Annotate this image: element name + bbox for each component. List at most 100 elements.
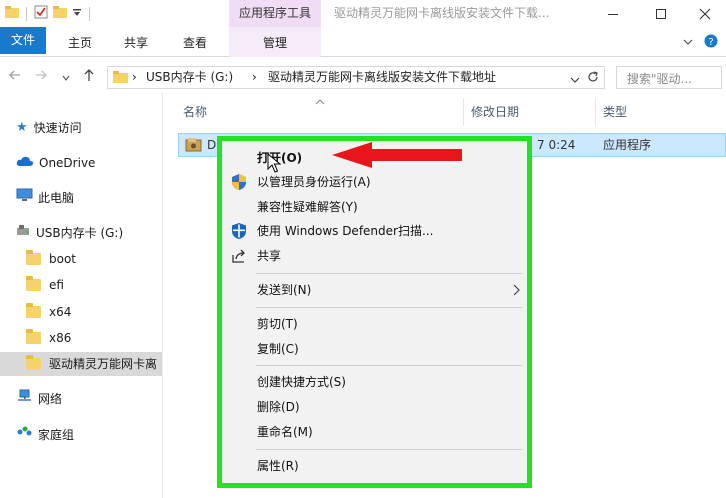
properties-icon[interactable] xyxy=(33,4,49,23)
nav-item-label: 网络 xyxy=(38,392,63,406)
tab-manage[interactable]: 管理 xyxy=(248,32,302,57)
nav-item-current-folder[interactable]: 驱动精灵万能网卡离 xyxy=(0,352,162,376)
submenu-chevron-icon xyxy=(512,278,520,305)
minimize-button[interactable] xyxy=(590,0,636,27)
folder-icon[interactable] xyxy=(4,4,20,23)
menu-item-label: 兼容性疑难解答(Y) xyxy=(257,200,358,214)
application-icon xyxy=(185,137,202,156)
back-arrow-icon[interactable] xyxy=(8,68,22,86)
nav-item-label: 家庭组 xyxy=(38,428,75,442)
ribbon-controls: ? xyxy=(682,34,718,51)
menu-separator xyxy=(256,365,522,366)
menu-item-troubleshoot[interactable]: 兼容性疑难解答(Y) xyxy=(220,195,530,219)
breadcrumb-usb-drive[interactable]: USB内存卡 (G:) xyxy=(146,67,233,88)
nav-item-network[interactable]: 网络 xyxy=(16,387,62,411)
breadcrumb-current-folder[interactable]: 驱动精灵万能网卡离线版安装文件下载地址 xyxy=(268,67,496,88)
toolbar-divider xyxy=(89,6,90,21)
menu-item-label: 共享 xyxy=(257,249,282,263)
menu-item-create-shortcut[interactable]: 创建快捷方式(S) xyxy=(220,370,530,394)
menu-separator xyxy=(256,307,522,308)
nav-item-label: 驱动精灵万能网卡离 xyxy=(49,357,158,371)
folder-icon xyxy=(26,303,41,318)
nav-item-label: 此电脑 xyxy=(38,191,75,205)
tab-view[interactable]: 查看 xyxy=(173,32,217,57)
shield-icon xyxy=(230,173,248,191)
nav-item-label: OneDrive xyxy=(39,156,96,170)
folder-icon xyxy=(26,329,41,344)
nav-item-homegroup[interactable]: 家庭组 xyxy=(16,423,74,447)
quick-access-toolbar xyxy=(4,4,93,23)
context-tab-header: 应用程序工具 xyxy=(229,0,321,27)
nav-item-efi[interactable]: efi xyxy=(26,273,64,297)
defender-icon xyxy=(230,222,248,240)
menu-item-label: 创建快捷方式(S) xyxy=(257,375,346,389)
nav-item-onedrive[interactable]: OneDrive xyxy=(16,151,95,175)
nav-item-x64[interactable]: x64 xyxy=(26,300,71,324)
usb-drive-icon xyxy=(16,221,30,245)
star-icon: ★ xyxy=(16,120,28,135)
menu-item-cut[interactable]: 剪切(T) xyxy=(220,312,530,336)
context-menu: 打开(O) 以管理员身份运行(A) 兼容性疑难解答(Y) 使用 Windows … xyxy=(219,137,531,485)
menu-item-label: 复制(C) xyxy=(257,342,299,356)
menu-item-label: 使用 Windows Defender扫描... xyxy=(257,224,434,238)
column-divider[interactable] xyxy=(595,98,596,126)
computer-icon xyxy=(16,186,33,210)
column-header-type[interactable]: 类型 xyxy=(603,98,627,126)
nav-item-label: 快速访问 xyxy=(33,121,82,135)
column-header-modified[interactable]: 修改日期 xyxy=(471,98,519,126)
nav-item-label: efi xyxy=(49,278,64,292)
forward-arrow-icon[interactable] xyxy=(34,68,48,86)
refresh-icon[interactable] xyxy=(586,70,600,87)
close-button[interactable] xyxy=(682,0,726,27)
search-input[interactable]: 搜索"驱动... xyxy=(616,66,722,89)
nav-item-label: boot xyxy=(49,252,77,266)
menu-item-label: 重命名(M) xyxy=(257,425,313,439)
up-arrow-icon[interactable] xyxy=(82,68,96,86)
menu-separator xyxy=(256,273,522,274)
column-divider[interactable] xyxy=(463,98,464,126)
tab-file[interactable]: 文件 xyxy=(0,27,46,54)
customize-toolbar-icon[interactable] xyxy=(71,4,83,23)
expand-ribbon-icon[interactable] xyxy=(682,36,694,50)
address-bar[interactable]: › USB内存卡 (G:) › 驱动精灵万能网卡离线版安装文件下载地址 xyxy=(107,66,605,89)
menu-item-copy[interactable]: 复制(C) xyxy=(220,337,530,361)
share-icon xyxy=(230,247,248,265)
nav-item-this-pc[interactable]: 此电脑 xyxy=(16,186,74,210)
menu-item-defender-scan[interactable]: 使用 Windows Defender扫描... xyxy=(220,219,530,243)
folder-icon xyxy=(26,250,41,265)
menu-item-label: 属性(R) xyxy=(257,459,299,473)
address-dropdown-chevron-icon[interactable] xyxy=(570,73,580,87)
nav-item-quick-access[interactable]: ★ 快速访问 xyxy=(16,116,82,140)
svg-text:?: ? xyxy=(708,37,713,48)
nav-item-boot[interactable]: boot xyxy=(26,247,76,271)
sort-ascending-icon xyxy=(315,94,325,108)
help-icon[interactable]: ? xyxy=(704,34,718,51)
file-modified: 7 0:24 xyxy=(537,138,576,152)
ribbon-tab-bar xyxy=(0,27,726,57)
nav-item-label: x86 xyxy=(49,331,72,345)
breadcrumb-separator[interactable]: › xyxy=(132,67,137,88)
window-title: 驱动精灵万能网卡离线版安装文件下载... xyxy=(334,6,550,20)
column-header-name[interactable]: 名称 xyxy=(183,98,207,126)
tab-home[interactable]: 主页 xyxy=(58,32,102,57)
folder-icon xyxy=(113,70,128,87)
menu-item-delete[interactable]: 删除(D) xyxy=(220,395,530,419)
menu-item-rename[interactable]: 重命名(M) xyxy=(220,420,530,444)
recent-locations-chevron-icon[interactable] xyxy=(62,71,70,86)
pane-divider[interactable] xyxy=(162,92,163,498)
nav-item-usb-drive[interactable]: USB内存卡 (G:) xyxy=(16,221,123,245)
menu-item-send-to[interactable]: 发送到(N) xyxy=(220,278,530,302)
menu-item-label: 剪切(T) xyxy=(257,317,298,331)
nav-item-label: x64 xyxy=(49,305,72,319)
nav-item-x86[interactable]: x86 xyxy=(26,326,71,350)
menu-separator xyxy=(256,449,522,450)
breadcrumb-separator[interactable]: › xyxy=(252,67,257,88)
menu-item-share[interactable]: 共享 xyxy=(220,244,530,268)
menu-item-properties[interactable]: 属性(R) xyxy=(220,454,530,478)
tab-share[interactable]: 共享 xyxy=(114,32,158,57)
network-icon xyxy=(16,387,33,411)
maximize-button[interactable] xyxy=(638,0,684,27)
new-folder-icon[interactable] xyxy=(52,4,68,23)
cloud-icon xyxy=(16,151,34,175)
title-bar: 应用程序工具 驱动精灵万能网卡离线版安装文件下载... xyxy=(0,0,726,27)
